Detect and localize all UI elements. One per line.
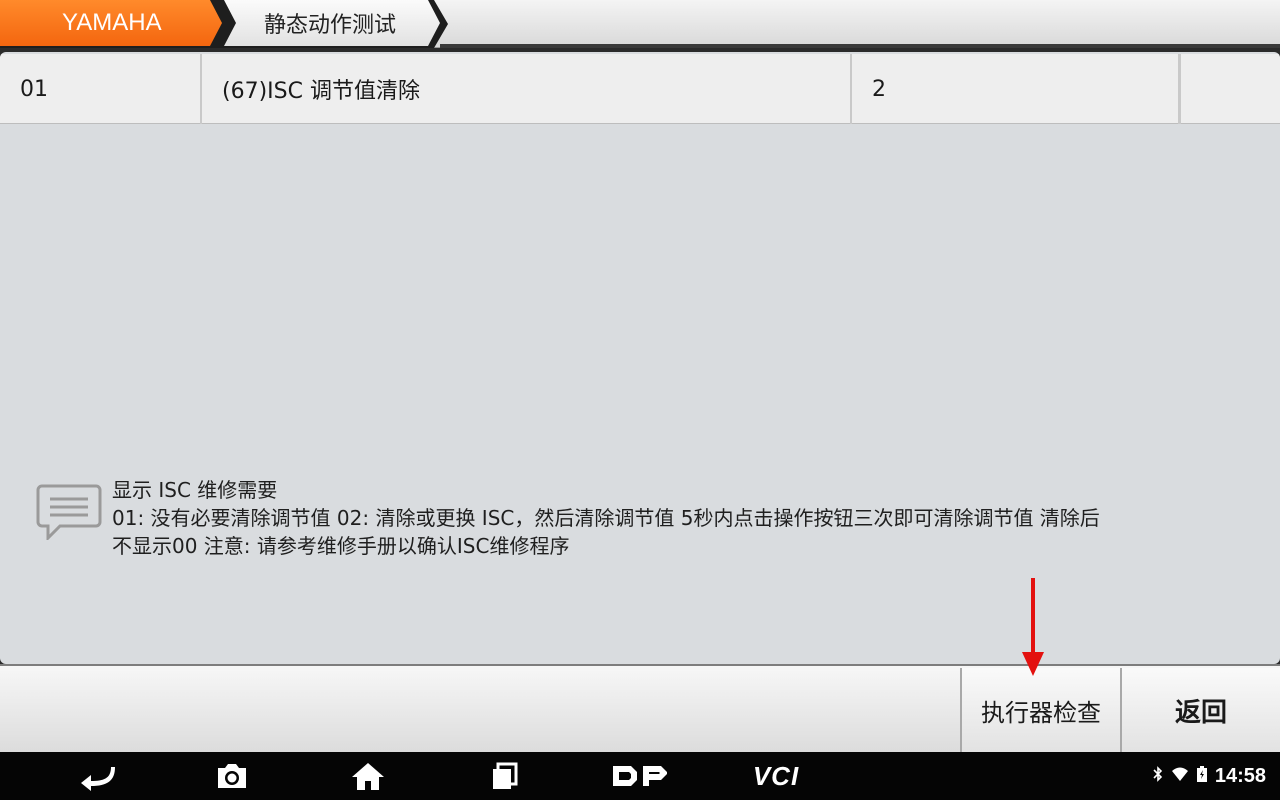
back-button-label: 返回 [1174, 697, 1227, 728]
recent-apps-icon[interactable] [484, 758, 524, 794]
button-bar: 执行器检查 返回 [0, 664, 1280, 752]
status-area: 14:58 [1153, 752, 1266, 800]
wifi-icon [1171, 765, 1189, 788]
breadcrumb-brand[interactable]: YAMAHA [0, 0, 222, 46]
message-line-2: 01: 没有必要清除调节值 02: 清除或更换 ISC，然后清除调节值 5秒内点… [112, 506, 1100, 530]
breadcrumb-bar: 静态动作测试 YAMAHA [0, 0, 1280, 48]
message-text: 显示 ISC 维修需要 01: 没有必要清除调节值 02: 清除或更换 ISC，… [112, 476, 1277, 560]
message-line-3: 不显示00 注意: 请参考维修手册以确认ISC维修程序 [112, 534, 570, 558]
row-extra-cell [1180, 54, 1280, 124]
back-icon[interactable] [78, 758, 118, 794]
battery-icon [1196, 765, 1207, 788]
camera-icon[interactable] [212, 758, 252, 794]
table-row[interactable]: 01 (67)ISC 调节值清除 2 [0, 54, 1280, 124]
back-button[interactable]: 返回 [1120, 668, 1280, 752]
row-name-cell: (67)ISC 调节值清除 [202, 54, 852, 124]
home-icon[interactable] [348, 758, 388, 794]
row-id-cell: 01 [0, 54, 202, 124]
row-name: (67)ISC 调节值清除 [222, 79, 420, 104]
dp-logo-icon[interactable] [610, 758, 670, 794]
system-nav-bar: VCI 14:58 [0, 752, 1280, 800]
row-value: 2 [872, 76, 886, 102]
actuator-check-button[interactable]: 执行器检查 [960, 668, 1120, 752]
row-value-cell: 2 [852, 54, 1180, 124]
actuator-check-label: 执行器检查 [981, 698, 1101, 727]
message-icon [36, 484, 102, 542]
breadcrumb-page[interactable]: 静态动作测试 [224, 0, 440, 46]
main-panel: 01 (67)ISC 调节值清除 2 显示 ISC 维修需要 01: 没有必要清… [0, 52, 1280, 664]
clock: 14:58 [1214, 764, 1266, 787]
message-line-1: 显示 ISC 维修需要 [112, 478, 278, 502]
breadcrumb-page-label: 静态动作测试 [264, 13, 397, 38]
vci-icon[interactable]: VCI [744, 758, 808, 794]
breadcrumb-brand-label: YAMAHA [62, 9, 162, 36]
row-id: 01 [20, 76, 48, 102]
annotation-arrow-icon [1018, 578, 1048, 678]
bluetooth-icon [1153, 765, 1163, 788]
vci-label: VCI [752, 760, 800, 791]
